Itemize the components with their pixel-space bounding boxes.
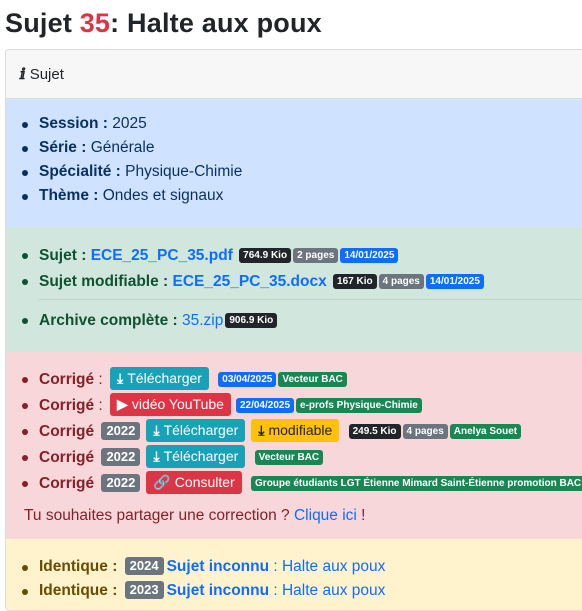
- list-item-corrige: Corrigé : ⤓ Télécharger 03/04/2025 Vecteur…: [22, 367, 582, 393]
- list-item-corrige: Corrigé 2022 🔗 Consulter Groupe étudiants …: [22, 471, 582, 497]
- corrections-section: Corrigé : ⤓ Télécharger 03/04/2025 Vecteur…: [6, 352, 582, 539]
- list-item-modifiable: Sujet modifiable : ECE_25_PC_35.docx 167…: [22, 269, 582, 295]
- list-item-archive: Archive complète : 35.zip 906.9 Kio: [22, 308, 582, 334]
- size-badge: 249.5 Kio: [348, 424, 401, 439]
- list-item-corrige: Corrigé 2022 ⤓ Télécharger Vecteur BAC: [22, 445, 582, 471]
- year-badge: 2022: [101, 474, 141, 492]
- pages-badge: 2 pages: [293, 248, 339, 263]
- size-badge: 906.9 Kio: [225, 313, 278, 328]
- divider: [39, 299, 582, 300]
- list-item-sujet: Sujet : ECE_25_PC_35.pdf 764.9 Kio 2 page…: [22, 243, 582, 269]
- list-item-identique: Identique : 2024 Sujet inconnu : Halte au…: [22, 555, 582, 579]
- date-badge: 14/01/2025: [340, 248, 399, 263]
- source-badge: Groupe étudiants LGT Étienne Mimard Sain…: [251, 476, 582, 491]
- theme-text: : Halte aux poux: [269, 558, 386, 575]
- share-prompt: Tu souhaites partager une correction ? C…: [24, 507, 366, 524]
- play-icon: ▶: [117, 396, 128, 412]
- pages-badge: 4 pages: [402, 424, 448, 439]
- year-badge: 2024: [124, 557, 164, 575]
- theme-text: : Halte aux poux: [269, 582, 386, 599]
- date-badge: 22/04/2025: [235, 398, 295, 413]
- subject-link[interactable]: Sujet inconnu: [167, 558, 269, 575]
- consult-button[interactable]: 🔗 Consulter: [146, 471, 242, 494]
- year-badge: 2023: [124, 581, 164, 599]
- share-link[interactable]: Clique ici: [294, 507, 357, 524]
- list-item-corrige: Corrigé 2022 ⤓ Télécharger ⤓ modifiable 249.…: [22, 419, 582, 445]
- sujet-docx-link[interactable]: ECE_25_PC_35.docx: [173, 273, 327, 290]
- download-icon: ⤓: [117, 370, 124, 386]
- archive-zip-link[interactable]: 35.zip: [182, 312, 223, 329]
- subject-link[interactable]: Sujet inconnu: [167, 582, 269, 599]
- year-badge: 2022: [101, 422, 141, 440]
- identical-section: Identique : 2024 Sujet inconnu : Halte au…: [6, 539, 582, 610]
- sujet-pdf-link[interactable]: ECE_25_PC_35.pdf: [91, 247, 233, 264]
- download-button[interactable]: ⤓ Télécharger: [146, 445, 246, 468]
- source-badge: Vecteur BAC: [278, 372, 347, 387]
- list-item-corrige: Corrigé : ▶ vidéo YouTube 22/04/2025 e-prof…: [22, 393, 582, 419]
- modifiable-button[interactable]: ⤓ modifiable: [251, 419, 340, 442]
- download-icon: ⤓: [153, 422, 160, 438]
- list-item: Série : Générale: [22, 136, 582, 160]
- link-icon: 🔗: [153, 474, 171, 490]
- youtube-button[interactable]: ▶ vidéo YouTube: [110, 393, 231, 416]
- card-header: ⅈ Sujet: [6, 50, 582, 99]
- info-icon: ⅈ: [20, 65, 26, 83]
- source-badge: e-profs Physique-Chimie: [296, 398, 422, 413]
- date-badge: 14/01/2025: [425, 274, 484, 289]
- files-section: Sujet : ECE_25_PC_35.pdf 764.9 Kio 2 page…: [6, 227, 582, 352]
- download-button[interactable]: ⤓ Télécharger: [110, 367, 209, 390]
- download-icon: ⤓: [153, 448, 160, 464]
- page-title: Sujet 35: Halte aux poux: [5, 8, 322, 38]
- list-item-identique: Identique : 2023 Sujet inconnu : Halte au…: [22, 579, 582, 603]
- pages-badge: 4 pages: [378, 274, 424, 289]
- card-header-label: Sujet: [29, 65, 64, 83]
- size-badge: 167 Kio: [333, 274, 377, 289]
- year-badge: 2022: [101, 448, 141, 466]
- list-item: Thème : Ondes et signaux: [22, 184, 582, 208]
- source-badge: Vecteur BAC: [254, 450, 324, 465]
- subject-number: 35: [79, 8, 111, 38]
- list-item: Spécialité : Physique-Chimie: [22, 160, 582, 184]
- download-button[interactable]: ⤓ Télécharger: [146, 419, 246, 442]
- list-item: Session : 2025: [22, 112, 582, 136]
- author-badge: Anelya Souet: [449, 424, 522, 439]
- size-badge: 764.9 Kio: [239, 248, 292, 263]
- info-section: Session : 2025 Série : Générale Spéciali…: [6, 99, 582, 227]
- subject-card: ⅈ Sujet Session : 2025 Série : Générale …: [5, 49, 582, 611]
- date-badge: 03/04/2025: [218, 372, 277, 387]
- download-icon: ⤓: [258, 422, 265, 438]
